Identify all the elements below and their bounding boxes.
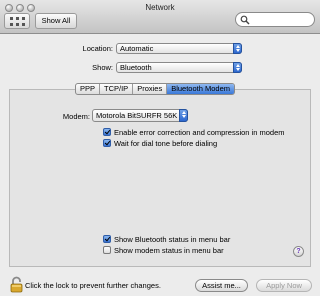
show-value: Bluetooth	[120, 63, 152, 72]
search-icon	[240, 15, 250, 25]
lock-icon[interactable]	[10, 276, 23, 293]
titlebar: Network Show All	[0, 0, 320, 34]
location-value: Automatic	[120, 44, 154, 53]
search-field[interactable]	[235, 12, 315, 27]
show-popup[interactable]: Bluetooth	[116, 62, 242, 73]
tab-bar: PPP TCP/IP Proxies Bluetooth Modem	[75, 83, 235, 95]
modem-label: Modem:	[62, 112, 90, 121]
show-all-grid-button[interactable]	[4, 13, 30, 29]
apply-now-button[interactable]: Apply Now	[256, 279, 312, 292]
tab-ppp[interactable]: PPP	[76, 84, 101, 94]
modem-popup[interactable]: Motorola BitSURFR 56K	[92, 109, 188, 122]
modem-status-label: Show modem status in menu bar	[114, 246, 224, 255]
assist-me-button[interactable]: Assist me...	[195, 279, 248, 292]
bluetooth-status-checkbox[interactable]	[103, 235, 111, 243]
wait-dial-tone-label: Wait for dial tone before dialing	[114, 139, 218, 148]
window-title: Network	[145, 3, 175, 12]
show-label: Show:	[92, 63, 113, 72]
tab-proxies[interactable]: Proxies	[133, 84, 168, 94]
popup-arrows-icon	[233, 62, 242, 73]
network-preferences-window: Network Show All Location: Automatic Sho…	[0, 0, 320, 296]
help-button[interactable]: ?	[293, 246, 304, 257]
lock-message: Click the lock to prevent further change…	[25, 281, 161, 290]
tab-tcpip[interactable]: TCP/IP	[100, 84, 134, 94]
modem-status-checkbox[interactable]	[103, 246, 111, 254]
modem-value: Motorola BitSURFR 56K	[96, 111, 178, 120]
popup-arrows-icon	[179, 109, 188, 122]
location-popup[interactable]: Automatic	[116, 43, 242, 54]
bluetooth-status-label: Show Bluetooth status in menu bar	[114, 235, 231, 244]
error-correction-checkbox[interactable]	[103, 128, 111, 136]
wait-dial-tone-checkbox[interactable]	[103, 139, 111, 147]
location-label: Location:	[82, 44, 113, 53]
show-all-button[interactable]: Show All	[35, 13, 77, 29]
popup-arrows-icon	[233, 43, 242, 54]
error-correction-label: Enable error correction and compression …	[114, 128, 285, 137]
tab-bluetooth-modem[interactable]: Bluetooth Modem	[167, 84, 234, 94]
